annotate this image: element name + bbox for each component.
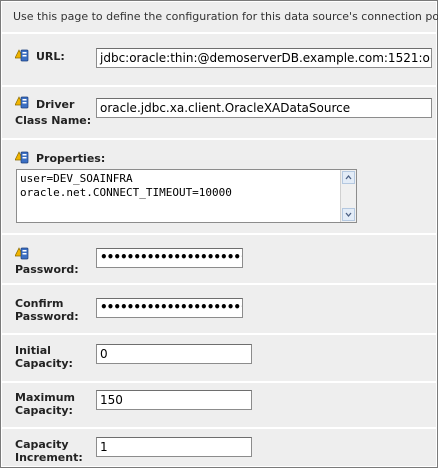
properties-line: oracle.net.CONNECT_TIMEOUT=10000 — [20, 186, 232, 199]
properties-label: Properties: — [36, 152, 106, 165]
maximum-capacity-input[interactable]: 150 — [96, 390, 252, 410]
chevron-down-icon — [345, 212, 352, 218]
confirm-password-row: Confirm Password: ••••••••••••••••••••••… — [2, 285, 436, 333]
driver-label-line1: Driver — [36, 98, 75, 111]
chevron-up-icon — [345, 174, 352, 180]
password-input[interactable]: •••••••••••••••••••••••••••••• — [96, 248, 243, 268]
properties-scrollbar[interactable] — [340, 170, 356, 222]
url-row: URL: jdbc:oracle:thin:@demoserverDB.exam… — [2, 34, 436, 85]
confirm-password-input[interactable]: •••••••••••••••••••••••••••••• — [96, 298, 243, 318]
maximum-capacity-row: Maximum Capacity: 150 — [2, 383, 436, 427]
password-row: Password: •••••••••••••••••••••••••••••• — [2, 235, 436, 283]
url-label: URL: — [36, 50, 65, 63]
initial-capacity-label-line1: Initial — [15, 344, 51, 357]
warning-db-icon — [15, 49, 29, 62]
warning-db-icon — [15, 247, 29, 260]
intro-text: Use this page to define the configuratio… — [13, 10, 438, 23]
capacity-increment-label-line1: Capacity — [15, 438, 69, 451]
maximum-capacity-label-line1: Maximum — [15, 391, 75, 404]
capacity-increment-row: Capacity Increment: 1 — [2, 429, 436, 466]
driver-class-input[interactable]: oracle.jdbc.xa.client.OracleXADataSource — [96, 98, 432, 118]
page-intro: Use this page to define the configuratio… — [2, 2, 438, 33]
confirm-password-label-line1: Confirm — [15, 297, 64, 310]
password-label: Password: — [15, 263, 79, 276]
driver-label-line2: Class Name: — [15, 114, 92, 127]
capacity-increment-input[interactable]: 1 — [96, 437, 252, 457]
properties-line: user=DEV_SOAINFRA — [20, 172, 133, 185]
initial-capacity-row: Initial Capacity: 0 — [2, 335, 436, 381]
warning-db-icon — [15, 96, 29, 109]
initial-capacity-label-line2: Capacity: — [15, 357, 73, 370]
properties-textarea[interactable]: user=DEV_SOAINFRA oracle.net.CONNECT_TIM… — [16, 169, 357, 223]
url-input[interactable]: jdbc:oracle:thin:@demoserverDB.example.c… — [96, 48, 432, 68]
capacity-increment-label-line2: Increment: — [15, 451, 83, 464]
warning-db-icon — [15, 151, 29, 164]
initial-capacity-input[interactable]: 0 — [96, 344, 252, 364]
scroll-up-button[interactable] — [342, 171, 355, 184]
confirm-password-label-line2: Password: — [15, 310, 79, 323]
driver-row: Driver Class Name: oracle.jdbc.xa.client… — [2, 87, 436, 138]
connection-pool-panel: Use this page to define the configuratio… — [0, 0, 438, 468]
scroll-down-button[interactable] — [342, 208, 355, 221]
maximum-capacity-label-line2: Capacity: — [15, 404, 73, 417]
